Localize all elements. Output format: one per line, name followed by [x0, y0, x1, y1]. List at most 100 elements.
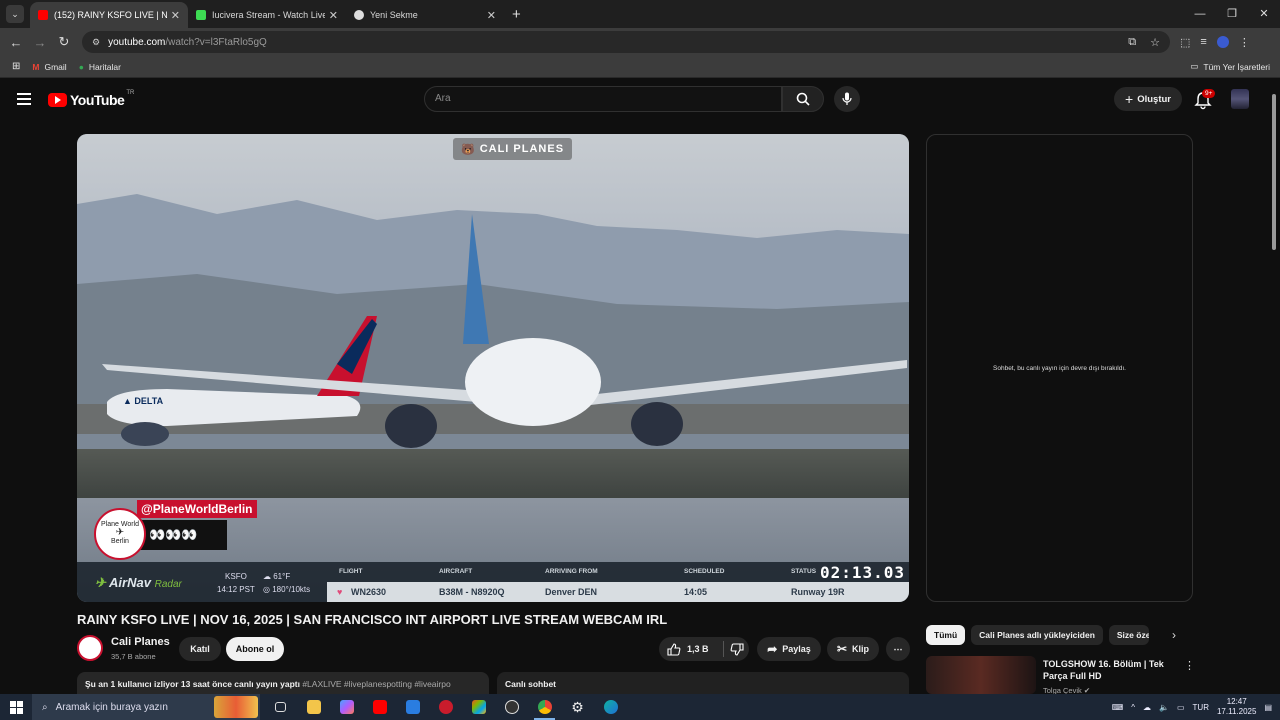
taskbar-search[interactable]: ⌕ Aramak için buraya yazın: [32, 694, 260, 720]
more-actions-button[interactable]: ⋯: [886, 637, 910, 661]
youtube-logo[interactable]: YouTube TR: [48, 90, 134, 108]
media-controls-icon[interactable]: ≡: [1200, 36, 1206, 49]
chrome-icon[interactable]: [528, 694, 561, 720]
site-info-icon[interactable]: ⚙: [92, 37, 100, 48]
description-box[interactable]: Şu an 1 kullanıcı izliyor 13 saat önce c…: [77, 672, 489, 694]
windows-start-icon[interactable]: [0, 694, 32, 720]
like-button[interactable]: 1,3 B: [659, 637, 749, 661]
browser-tab-new[interactable]: Yeni Sekme ✕: [346, 2, 504, 28]
menu-icon[interactable]: [17, 93, 31, 105]
video-player[interactable]: ▲ DELTA 🐻 CALI PLANES @PlaneWorldBerlin …: [77, 134, 909, 602]
bookmark-star-icon[interactable]: ☆: [1150, 36, 1160, 49]
youtube-play-icon: [48, 93, 67, 107]
back-icon[interactable]: ←: [4, 35, 28, 50]
url-host: youtube.com: [108, 36, 166, 48]
browser-tab-youtube[interactable]: (152) RAINY KSFO LIVE | NOV 1 ✕: [30, 2, 188, 28]
steam-like-icon[interactable]: [495, 694, 528, 720]
edge-icon[interactable]: [594, 694, 627, 720]
browser-menu-icon[interactable]: ⋮: [1239, 36, 1250, 49]
settings-gear-icon[interactable]: ⚙: [561, 694, 594, 720]
keyboard-icon[interactable]: ⌨: [1112, 703, 1124, 712]
recommendation-thumbnail[interactable]: [926, 656, 1036, 694]
video-title: RAINY KSFO LIVE | NOV 16, 2025 | SAN FRA…: [77, 612, 668, 627]
plus-icon: +: [1125, 91, 1134, 107]
task-view-icon[interactable]: [264, 694, 297, 720]
network-icon[interactable]: ▭: [1177, 703, 1185, 712]
bookmark-gmail[interactable]: M Gmail: [32, 62, 66, 72]
copilot-icon[interactable]: [330, 694, 363, 720]
description-tags: #LAXLIVE #liveplanespotting #liveairpo: [302, 679, 451, 689]
overlay-emoji-strip: 👀👀👀: [137, 520, 227, 550]
recommendation-menu-icon[interactable]: ⋮: [1184, 659, 1195, 672]
all-bookmarks-button[interactable]: ▭ Tüm Yer İşaretleri: [1190, 61, 1270, 72]
windows-logo-icon: [9, 700, 23, 714]
share-icon: ➦: [767, 642, 778, 656]
clock-time: 12:47: [1226, 697, 1247, 706]
tab-title: Iucivera Stream - Watch Live on: [212, 10, 325, 20]
close-tab-icon[interactable]: ✕: [487, 9, 496, 22]
red-app-icon[interactable]: [429, 694, 462, 720]
chip-all[interactable]: Tümü: [926, 625, 966, 645]
search-button[interactable]: [782, 86, 824, 112]
scrollbar-thumb[interactable]: [1272, 94, 1276, 250]
mail-icon[interactable]: [396, 694, 429, 720]
show-hidden-icons-icon[interactable]: ^: [1131, 703, 1135, 712]
chevron-right-icon[interactable]: ›: [1172, 628, 1176, 642]
bookmark-label: Gmail: [44, 61, 67, 72]
tab-title: Yeni Sekme: [370, 10, 418, 20]
address-bar[interactable]: ⚙ youtube.com/watch?v=l3FtaRlo5gQ ⧉ ☆: [82, 31, 1170, 53]
live-chat-panel: Sohbet, bu canlı yayın için devre dışı b…: [926, 134, 1193, 602]
create-button[interactable]: + Oluştur: [1114, 87, 1182, 111]
search-input[interactable]: Ara: [424, 86, 782, 112]
profile-avatar-icon[interactable]: [1216, 35, 1229, 48]
share-button[interactable]: ➦ Paylaş: [757, 637, 821, 661]
subscribe-button[interactable]: Abone ol: [226, 637, 284, 661]
video-scene: ▲ DELTA: [77, 194, 909, 448]
browser-tab-iucivera[interactable]: Iucivera Stream - Watch Live on ✕: [188, 2, 346, 28]
close-window-icon[interactable]: ✕: [1248, 0, 1280, 28]
channel-name[interactable]: Cali Planes: [111, 636, 170, 648]
url-path: /watch?v=l3FtaRlo5gQ: [165, 36, 267, 48]
close-tab-icon[interactable]: ✕: [329, 9, 338, 22]
voice-search-button[interactable]: [834, 86, 860, 112]
microphone-icon: [842, 92, 852, 105]
recommendation-title[interactable]: TOLGSHOW 16. Bölüm | Tek Parça Full HD: [1043, 658, 1168, 682]
scissors-icon: ✂: [836, 642, 848, 656]
minimize-icon[interactable]: —: [1184, 0, 1216, 28]
youtube-favicon-icon: [38, 10, 48, 20]
header-arriving-from: ARRIVING FROM: [545, 568, 598, 575]
overlay-handle: @PlaneWorldBerlin: [137, 500, 257, 518]
aircraft-type: B38M - N8920Q: [439, 587, 505, 597]
taskbar-clock[interactable]: 12:47 17.11.2025: [1217, 697, 1256, 717]
notifications-center-icon[interactable]: ▤: [1264, 703, 1272, 712]
tab-search-button[interactable]: ⌄: [6, 5, 24, 23]
store-icon[interactable]: [462, 694, 495, 720]
onedrive-icon[interactable]: ☁: [1143, 703, 1151, 712]
restore-icon[interactable]: ❐: [1216, 0, 1248, 28]
forward-icon[interactable]: →: [28, 35, 52, 50]
extensions-icon[interactable]: ⬚: [1180, 36, 1190, 49]
bookmark-maps[interactable]: ● Haritalar: [79, 62, 121, 72]
live-chat-bar[interactable]: Canlı sohbet: [497, 672, 909, 694]
account-avatar[interactable]: [1231, 89, 1249, 109]
apps-grid-icon[interactable]: ⊞: [12, 61, 20, 72]
chip-from-uploader[interactable]: Cali Planes adlı yükleyiciden: [971, 625, 1103, 645]
join-button[interactable]: Katıl: [179, 637, 221, 661]
airplane-icon: ✈: [115, 527, 125, 538]
taskbar-search-placeholder: Aramak için buraya yazın: [55, 701, 168, 713]
clip-label: Klip: [852, 644, 870, 654]
clip-button[interactable]: ✂ Klip: [827, 637, 879, 661]
new-tab-button[interactable]: +: [512, 6, 521, 23]
language-indicator[interactable]: TUR: [1193, 703, 1209, 712]
file-explorer-icon[interactable]: [297, 694, 330, 720]
close-tab-icon[interactable]: ✕: [171, 9, 180, 22]
header-flight: FLIGHT: [339, 568, 363, 575]
reload-icon[interactable]: ↻: [52, 34, 76, 50]
thumbs-down-icon[interactable]: [730, 642, 744, 656]
heart-icon: ♥: [337, 587, 343, 597]
speaker-icon[interactable]: 🔈: [1159, 703, 1169, 712]
chip-for-you[interactable]: Size özel: [1108, 625, 1149, 645]
channel-avatar[interactable]: [77, 635, 103, 661]
youtube-app-icon[interactable]: [363, 694, 396, 720]
install-app-icon[interactable]: ⧉: [1128, 36, 1136, 49]
